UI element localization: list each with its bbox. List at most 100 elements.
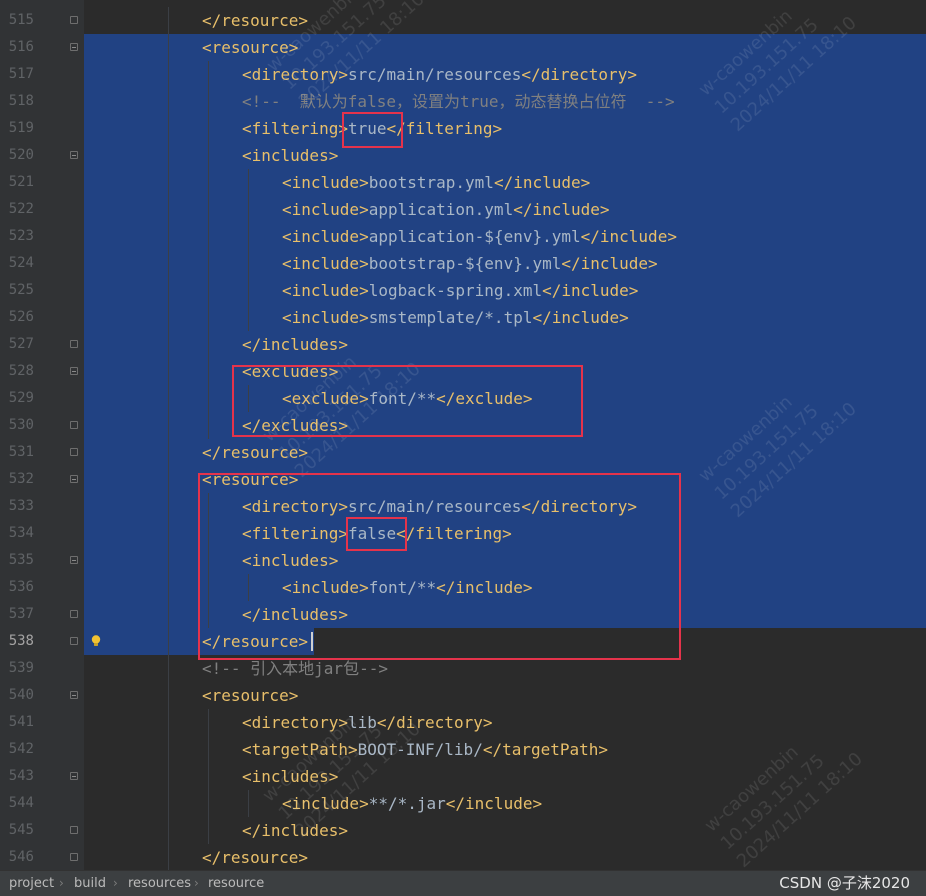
indent-guide [168, 169, 169, 196]
xml-tag: <include> [282, 308, 369, 327]
lightbulb-icon[interactable] [89, 634, 103, 648]
line-number: 516 [8, 39, 34, 55]
code-line[interactable]: 526 <include>smstemplate/*.tpl</include> [0, 304, 926, 331]
fold-end-icon[interactable] [70, 826, 78, 834]
code-text[interactable]: <include>smstemplate/*.tpl</include> [282, 304, 629, 331]
line-number: 520 [8, 147, 34, 163]
indent-guide [208, 223, 209, 250]
breadcrumb-project[interactable]: project [9, 871, 54, 896]
fold-end-icon[interactable] [70, 421, 78, 429]
code-text[interactable]: <resource> [202, 682, 298, 709]
code-line[interactable]: 540 <resource> [0, 682, 926, 709]
line-number: 533 [8, 498, 34, 514]
code-line[interactable]: 521 <include>bootstrap.yml</include> [0, 169, 926, 196]
xml-value: smstemplate/*.tpl [368, 308, 533, 327]
code-text[interactable]: <include>bootstrap.yml</include> [282, 169, 590, 196]
line-number: 535 [8, 552, 34, 568]
indent-guide [248, 277, 249, 304]
code-line[interactable]: 524 <include>bootstrap-${env}.yml</includ… [0, 250, 926, 277]
line-content-area[interactable] [84, 115, 926, 142]
code-text[interactable]: <include>bootstrap-${env}.yml</include> [282, 250, 658, 277]
xml-value: bootstrap.yml [368, 173, 494, 192]
xml-value: **/*.jar [368, 794, 446, 813]
indent-guide [208, 709, 209, 736]
line-number: 525 [8, 282, 34, 298]
line-number: 540 [8, 687, 34, 703]
chevron-right-icon: › [113, 876, 118, 890]
xml-tag: </include> [513, 200, 610, 219]
code-text[interactable]: <includes> [242, 142, 338, 169]
line-number: 522 [8, 201, 34, 217]
indent-guide [208, 385, 209, 412]
code-line[interactable]: 523 <include>application-${env}.yml</incl… [0, 223, 926, 250]
line-number: 545 [8, 822, 34, 838]
line-number: 530 [8, 417, 34, 433]
indent-guide [168, 7, 169, 34]
indent-guide [208, 142, 209, 169]
xml-value: application-${env}.yml [368, 227, 581, 246]
line-number: 524 [8, 255, 34, 271]
breadcrumb-resources[interactable]: resources [128, 871, 191, 896]
code-editor[interactable]: 515 </resource> 516 <resource> 517 <directory… [0, 0, 926, 870]
line-number: 519 [8, 120, 34, 136]
code-text[interactable]: </includes> [242, 331, 348, 358]
breadcrumb-build[interactable]: build [74, 871, 106, 896]
code-line[interactable]: 522 <include>application.yml</include> [0, 196, 926, 223]
fold-collapse-icon[interactable] [70, 367, 78, 375]
indent-guide [168, 709, 169, 736]
highlight-box-excludes-block [232, 365, 583, 437]
xml-tag: </resource> [202, 848, 308, 867]
fold-end-icon[interactable] [70, 610, 78, 618]
xml-tag: <resource> [202, 686, 299, 705]
line-number: 521 [8, 174, 34, 190]
fold-collapse-icon[interactable] [70, 151, 78, 159]
fold-collapse-icon[interactable] [70, 475, 78, 483]
line-number: 544 [8, 795, 34, 811]
line-content-area[interactable] [84, 331, 926, 358]
indent-guide [168, 142, 169, 169]
xml-tag: </filtering> [386, 119, 503, 138]
xml-value: src/main/resources [347, 65, 522, 84]
fold-collapse-icon[interactable] [70, 772, 78, 780]
xml-tag: <includes> [242, 146, 339, 165]
fold-end-icon[interactable] [70, 637, 78, 645]
xml-tag: <include> [282, 173, 369, 192]
fold-end-icon[interactable] [70, 853, 78, 861]
indent-guide [168, 34, 169, 61]
chevron-right-icon: › [194, 876, 199, 890]
fold-collapse-icon[interactable] [70, 556, 78, 564]
code-line[interactable]: 525 <include>logback-spring.xml</include> [0, 277, 926, 304]
indent-guide [208, 817, 209, 844]
indent-guide [208, 196, 209, 223]
line-number: 518 [8, 93, 34, 109]
fold-end-icon[interactable] [70, 340, 78, 348]
code-line[interactable]: 519 <filtering>true</filtering> [0, 115, 926, 142]
xml-tag: </targetPath> [482, 740, 609, 759]
xml-value: bootstrap-${env}.yml [368, 254, 562, 273]
code-line[interactable]: 546 </resource> [0, 844, 926, 870]
code-text[interactable]: <include>application-${env}.yml</include… [282, 223, 677, 250]
breadcrumb-resource[interactable]: resource [208, 871, 264, 896]
indent-guide [208, 790, 209, 817]
indent-guide [168, 817, 169, 844]
line-content-area[interactable] [84, 142, 926, 169]
indent-guide [208, 412, 209, 439]
fold-collapse-icon[interactable] [70, 43, 78, 51]
line-number: 538 [8, 633, 34, 649]
code-text[interactable]: </resource> [202, 7, 308, 34]
xml-value: logback-spring.xml [368, 281, 543, 300]
fold-end-icon[interactable] [70, 16, 78, 24]
code-line[interactable]: 520 <includes> [0, 142, 926, 169]
indent-guide [248, 790, 249, 817]
indent-guide [168, 466, 169, 493]
code-line[interactable]: 527 </includes> [0, 331, 926, 358]
indent-guide [168, 331, 169, 358]
code-text[interactable]: </resource> [202, 844, 308, 870]
code-text[interactable]: <include>logback-spring.xml</include> [282, 277, 638, 304]
indent-guide [168, 790, 169, 817]
code-text[interactable]: <include>application.yml</include> [282, 196, 610, 223]
highlight-box-false-value [346, 517, 407, 551]
code-line[interactable]: 541 <directory>lib</directory> [0, 709, 926, 736]
fold-collapse-icon[interactable] [70, 691, 78, 699]
fold-end-icon[interactable] [70, 448, 78, 456]
